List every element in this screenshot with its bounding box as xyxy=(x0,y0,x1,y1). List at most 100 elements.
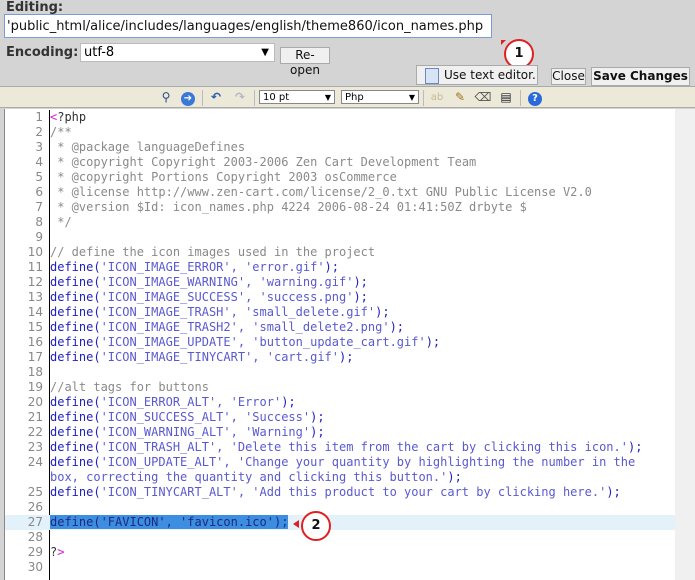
code-line[interactable]: 13 define('ICON_IMAGE_SUCCESS', 'success.… xyxy=(5,290,676,305)
code-line[interactable]: 14 define('ICON_IMAGE_TRASH', 'small_dele… xyxy=(5,305,676,320)
chevron-down-icon: ▼ xyxy=(261,47,269,58)
line-text: * @version $Id: icon_names.php 4224 2006… xyxy=(50,200,650,215)
code-line[interactable]: 6 * @license http://www.zen-cart.com/lic… xyxy=(5,185,676,200)
line-number: 8 xyxy=(35,215,43,229)
code-token: define( xyxy=(50,410,101,424)
eraser-icon[interactable]: ⌫ xyxy=(474,90,492,105)
code-line[interactable]: 21 define('ICON_SUCCESS_ALT', 'Success'); xyxy=(5,410,676,425)
callout-2: 2 xyxy=(301,511,331,541)
code-token: define( xyxy=(50,440,101,454)
code-token: ); xyxy=(375,305,390,319)
vertical-scrollbar[interactable] xyxy=(675,109,695,580)
code-lines[interactable]: 1 <?php 2/** 3 * @package languageDefines 4 … xyxy=(5,110,676,575)
code-token: ); xyxy=(339,350,354,364)
line-text: ​ xyxy=(50,500,650,515)
code-line[interactable]: 22 define('ICON_WARNING_ALT', 'Warning'); xyxy=(5,425,676,440)
code-line[interactable]: 11 define('ICON_IMAGE_ERROR', 'error.gif'… xyxy=(5,260,676,275)
code-token: 'ICON_IMAGE_TRASH2', 'small_delete2.png' xyxy=(100,320,390,334)
go-to-line-icon[interactable]: ➔ xyxy=(181,92,195,106)
code-token: 'ICON_UPDATE_ALT', 'Change your quantity… xyxy=(50,455,643,484)
line-text: /** xyxy=(50,125,650,140)
code-token: ); xyxy=(606,485,621,499)
line-text: <?php xyxy=(50,110,650,125)
code-token: * @version $Id: icon_names.php 4224 2006… xyxy=(50,200,527,214)
code-line[interactable]: 15 define('ICON_IMAGE_TRASH2', 'small_del… xyxy=(5,320,676,335)
word-wrap-icon[interactable]: ▤ xyxy=(497,90,515,105)
line-text: define('ICON_TINYCART_ALT', 'Add this pr… xyxy=(50,485,650,500)
line-number: 12 xyxy=(27,275,43,289)
code-line[interactable]: 16 define('ICON_IMAGE_UPDATE', 'button_up… xyxy=(5,335,676,350)
code-line[interactable]: 19 //alt tags for buttons xyxy=(5,380,676,395)
line-text: ​ xyxy=(50,560,650,575)
code-line[interactable]: 9​ xyxy=(5,230,676,245)
line-number: 16 xyxy=(27,335,43,349)
code-token: define( xyxy=(50,350,101,364)
code-line[interactable]: 12 define('ICON_IMAGE_WARNING', 'warning.… xyxy=(5,275,676,290)
highlight-brush-icon[interactable]: ✎ xyxy=(450,90,470,105)
code-token: * @copyright Portions Copyright 2003 osC… xyxy=(50,170,397,184)
line-text: define('ICON_ERROR_ALT', 'Error'); xyxy=(50,395,650,410)
line-number: 22 xyxy=(27,425,43,439)
chevron-down-icon: ▼ xyxy=(408,93,415,102)
toolbar-divider xyxy=(254,90,255,106)
code-line[interactable]: 1 <?php xyxy=(5,110,676,125)
code-token: * @license http://www.zen-cart.com/licen… xyxy=(50,185,592,199)
code-line[interactable]: 23 define('ICON_TRASH_ALT', 'Delete this … xyxy=(5,440,676,455)
code-line[interactable]: 8 */ xyxy=(5,215,676,230)
code-token: 'ICON_TRASH_ALT', 'Delete this item from… xyxy=(100,440,628,454)
redo-icon[interactable]: ↷ xyxy=(232,90,248,105)
use-text-editor-button[interactable]: Use text editor. xyxy=(416,65,538,85)
syntax-value: Php xyxy=(345,92,364,103)
code-token: 'ICON_IMAGE_UPDATE', 'button_update_cart… xyxy=(100,335,426,349)
line-text: define('ICON_IMAGE_SUCCESS', 'success.pn… xyxy=(50,290,650,305)
code-token: 'ICON_IMAGE_TRASH', 'small_delete.gif' xyxy=(100,305,376,319)
line-text: * @license http://www.zen-cart.com/licen… xyxy=(50,185,650,200)
line-number: 11 xyxy=(27,260,43,274)
code-line[interactable]: 18 ​ xyxy=(5,365,676,380)
code-token: 'ICON_TINYCART_ALT', 'Add this product t… xyxy=(100,485,607,499)
code-line[interactable]: 26 ​ xyxy=(5,500,676,515)
code-token: ); xyxy=(353,290,368,304)
code-line[interactable]: 28 ​ xyxy=(5,530,676,545)
code-token: define( xyxy=(50,485,101,499)
help-icon[interactable]: ? xyxy=(528,92,542,106)
encoding-select[interactable]: utf-8 ▼ xyxy=(80,43,275,62)
code-token: ); xyxy=(425,335,441,349)
search-icon[interactable]: ⚲ xyxy=(158,90,174,105)
line-number: 19 xyxy=(27,380,43,394)
close-button[interactable]: Close xyxy=(551,68,586,85)
pencil-icon xyxy=(425,67,439,84)
code-line[interactable]: 30 ​ xyxy=(5,560,676,575)
code-token: ?php xyxy=(57,110,87,124)
line-text: define('ICON_IMAGE_TINYCART', 'cart.gif'… xyxy=(50,350,650,365)
save-changes-button[interactable]: Save Changes xyxy=(591,67,690,86)
code-token: /** xyxy=(50,125,72,139)
spellcheck-icon[interactable]: ab xyxy=(428,90,446,105)
line-text: define('ICON_IMAGE_TRASH', 'small_delete… xyxy=(50,305,650,320)
code-line[interactable]: 25 define('ICON_TINYCART_ALT', 'Add this … xyxy=(5,485,676,500)
code-line[interactable]: 24 define('ICON_UPDATE_ALT', 'Change your… xyxy=(5,455,676,485)
toolbar-divider xyxy=(423,90,424,106)
code-editor[interactable]: 1 <?php 2/** 3 * @package languageDefines 4 … xyxy=(4,109,676,580)
code-line[interactable]: 10 // define the icon images used in the … xyxy=(5,245,676,260)
code-token: * @copyright Copyright 2003-2006 Zen Car… xyxy=(50,155,477,169)
code-line[interactable]: 2 /** xyxy=(5,125,676,140)
code-line[interactable]: 20 define('ICON_ERROR_ALT', 'Error'); xyxy=(5,395,676,410)
line-text: */ xyxy=(50,215,650,230)
code-line[interactable]: 29 ?> xyxy=(5,545,676,560)
undo-icon[interactable]: ↶ xyxy=(208,90,224,105)
code-token: 'ICON_ERROR_ALT', 'Error' xyxy=(100,395,282,409)
code-line[interactable]: 7 * @version $Id: icon_names.php 4224 20… xyxy=(5,200,676,215)
syntax-select[interactable]: Php ▼ xyxy=(341,90,419,104)
font-size-select[interactable]: 10 pt ▼ xyxy=(259,90,335,104)
code-token: ); xyxy=(310,425,325,439)
code-line[interactable]: 27 define('FAVICON', 'favicon.ico'); xyxy=(5,515,676,530)
code-line[interactable]: 3 * @package languageDefines xyxy=(5,140,676,155)
file-path-input[interactable]: 'public_html/alice/includes/languages/en… xyxy=(4,14,492,38)
line-number: 4 xyxy=(35,155,43,169)
code-token: define( xyxy=(50,425,101,439)
code-line[interactable]: 17 define('ICON_IMAGE_TINYCART', 'cart.gi… xyxy=(5,350,676,365)
code-line[interactable]: 5 * @copyright Portions Copyright 2003 o… xyxy=(5,170,676,185)
code-line[interactable]: 4 * @copyright Copyright 2003-2006 Zen C… xyxy=(5,155,676,170)
reopen-button[interactable]: Re-open xyxy=(280,47,330,77)
